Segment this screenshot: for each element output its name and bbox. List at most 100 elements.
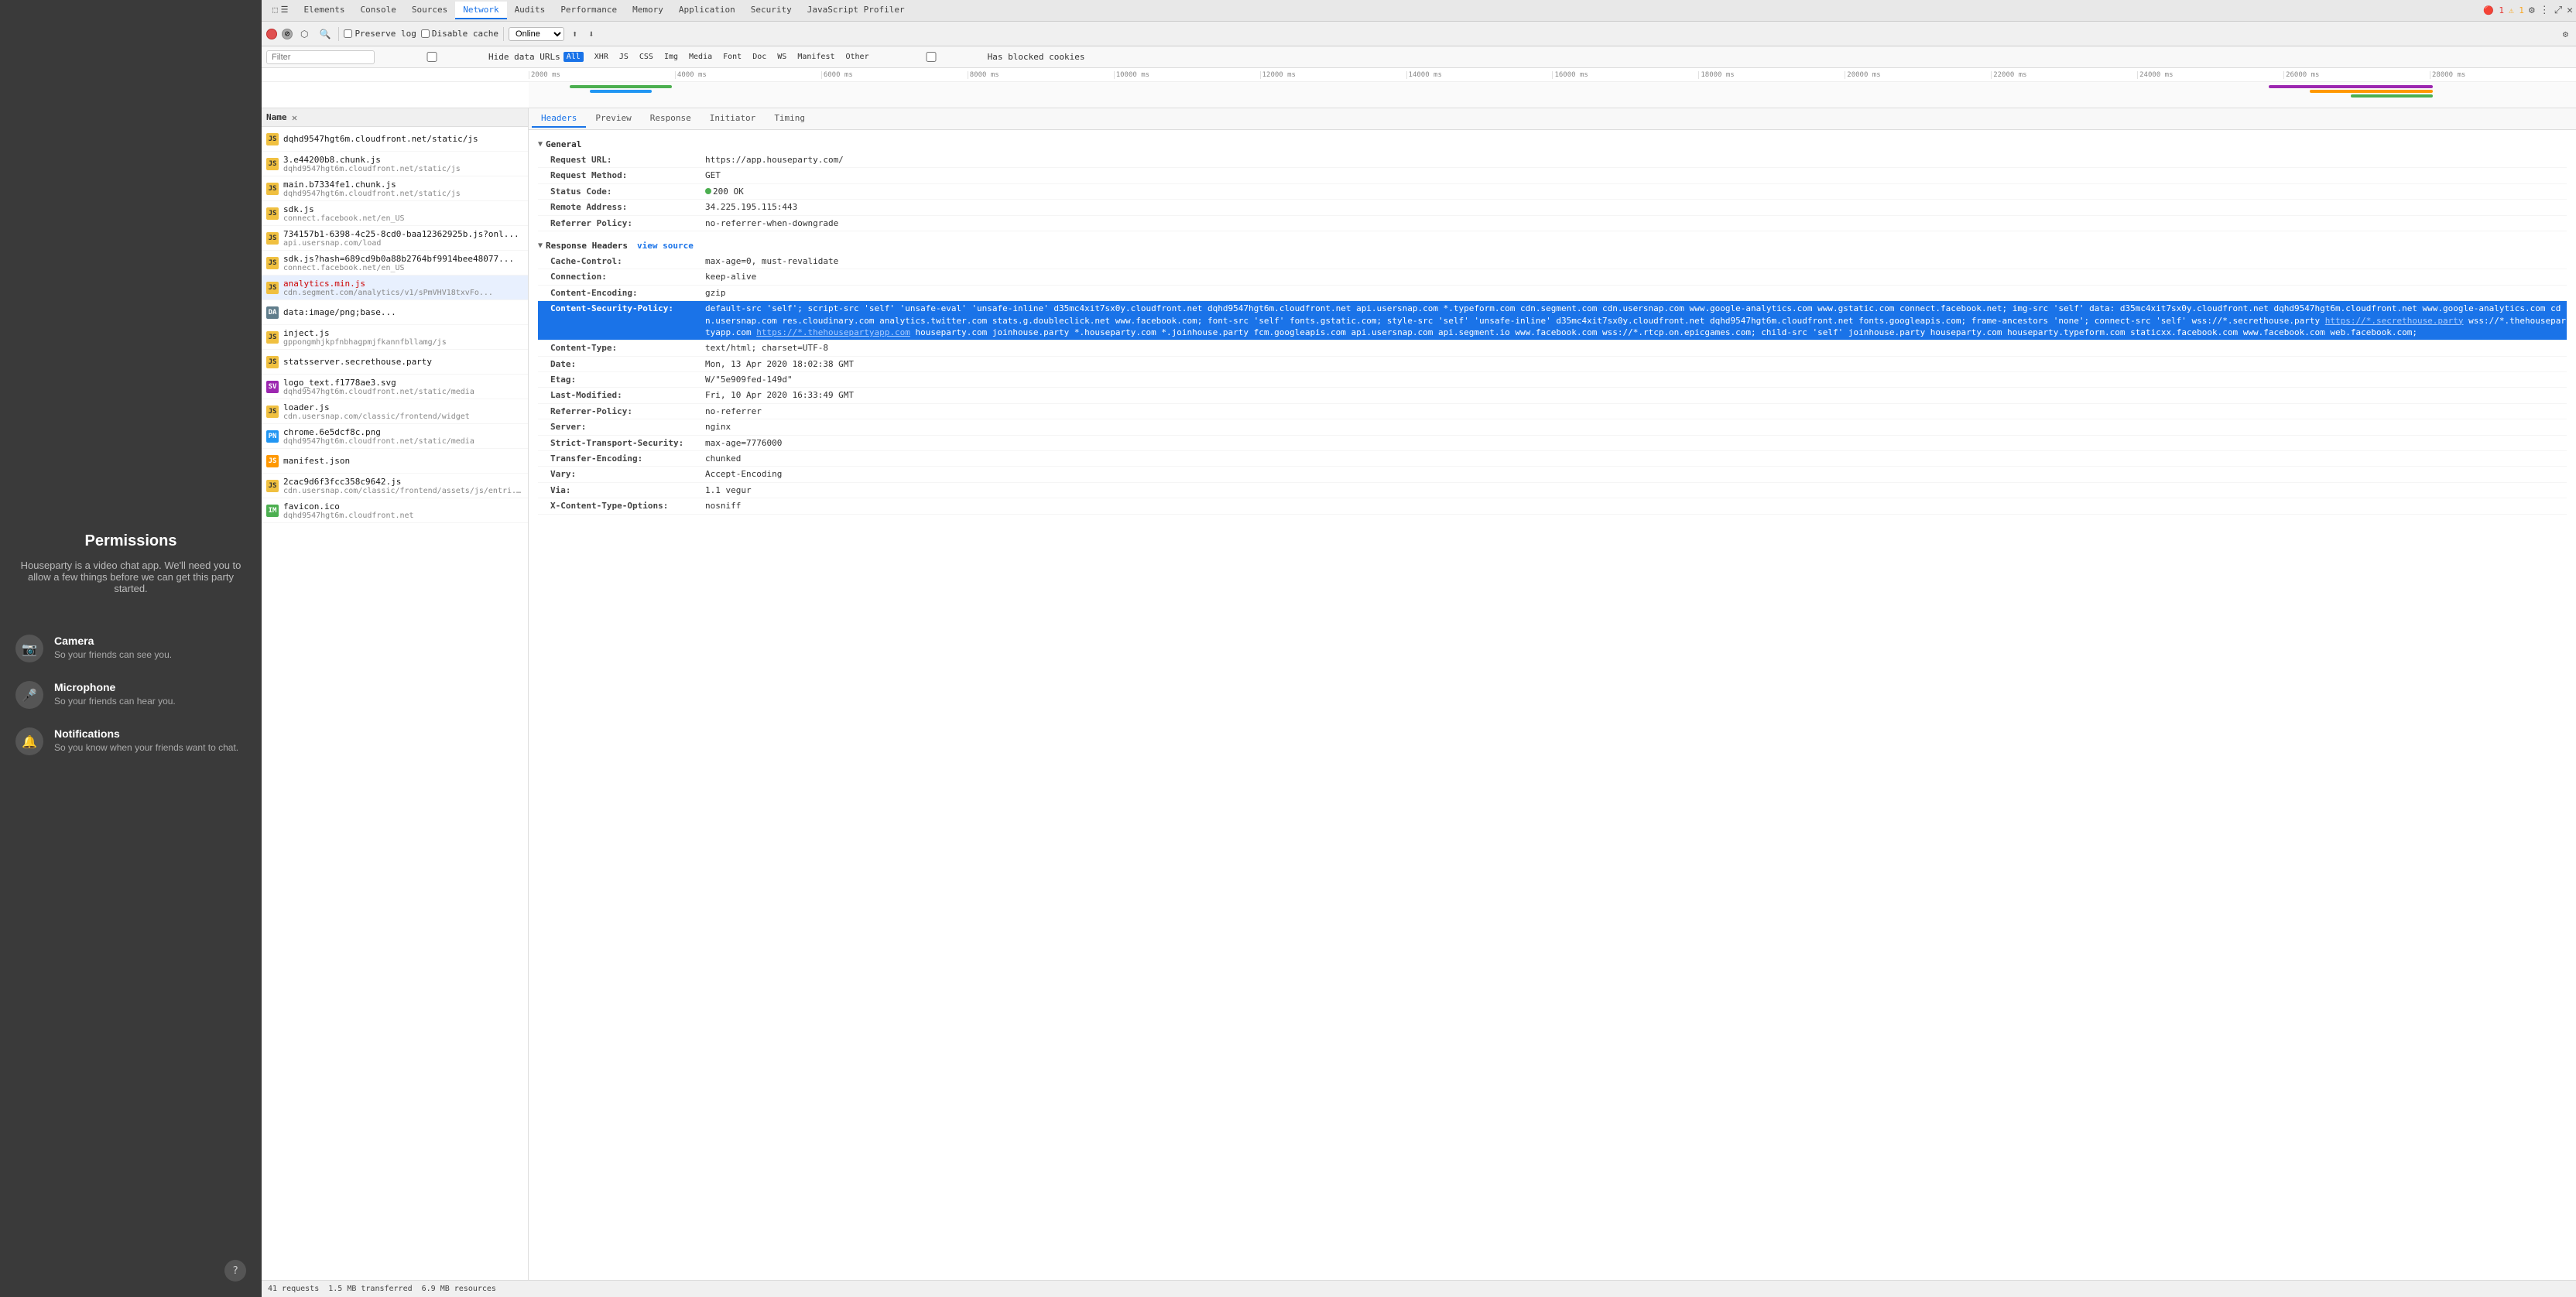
filter-js[interactable]: JS	[615, 51, 633, 63]
settings-icon[interactable]: ⚙	[2529, 5, 2535, 16]
file-url: cdn.segment.com/analytics/v1/sPmVHV18txv…	[283, 289, 523, 297]
timeline-scale: 2000 ms 4000 ms 6000 ms 8000 ms 10000 ms…	[262, 68, 2576, 82]
filter-doc[interactable]: Doc	[748, 51, 771, 63]
file-info: sdk.js?hash=689cd9b0a88b2764bf9914bee480…	[283, 254, 523, 272]
disable-cache-label[interactable]: Disable cache	[421, 29, 498, 39]
perm-microphone: 🎤 Microphone So your friends can hear yo…	[0, 672, 262, 718]
close-icon[interactable]: ✕	[2567, 5, 2573, 16]
response-header-value: max-age=7776000	[705, 437, 782, 449]
response-header-rows: Cache-Control: max-age=0, must-revalidat…	[538, 254, 2567, 515]
tab-elements[interactable]: Elements	[296, 2, 353, 19]
help-button[interactable]: ?	[224, 1260, 246, 1282]
tab-pointer-icons[interactable]: ⬚ ☰	[265, 2, 296, 19]
file-item-6[interactable]: JS sdk.js?hash=689cd9b0a88b2764bf9914bee…	[262, 251, 528, 275]
detach-icon[interactable]: ⤢	[2554, 5, 2562, 16]
general-row: Referrer Policy: no-referrer-when-downgr…	[538, 216, 2567, 231]
view-source-link[interactable]: view source	[637, 241, 694, 251]
general-section-header: ▼ General	[538, 136, 2567, 152]
file-item-11[interactable]: SV logo_text.f1778ae3.svg dqhd9547hgt6m.…	[262, 375, 528, 399]
filter-ws[interactable]: WS	[772, 51, 791, 63]
tab-security[interactable]: Security	[743, 2, 800, 19]
tab-sources[interactable]: Sources	[404, 2, 455, 19]
more-icon[interactable]: ⋮	[2540, 5, 2550, 16]
filter-xhr[interactable]: XHR	[590, 51, 613, 63]
file-type-icon: JS	[266, 232, 279, 245]
response-header-value: no-referrer	[705, 406, 762, 417]
tab-js-profiler[interactable]: JavaScript Profiler	[800, 2, 913, 19]
tab-memory[interactable]: Memory	[625, 2, 671, 19]
details-tab-headers[interactable]: Headers	[532, 110, 586, 128]
file-item-1[interactable]: JS dqhd9547hgt6m.cloudfront.net/static/j…	[262, 127, 528, 152]
file-item-7[interactable]: JS analytics.min.js cdn.segment.com/anal…	[262, 275, 528, 300]
filter-font[interactable]: Font	[718, 51, 746, 63]
response-headers-toggle[interactable]: ▼	[538, 241, 543, 250]
filter-input[interactable]	[266, 50, 375, 64]
hide-data-urls-label[interactable]: Hide data URLs	[378, 52, 560, 62]
app-title: Permissions	[85, 532, 177, 550]
clear-button[interactable]: ⊘	[282, 29, 293, 39]
filter-other[interactable]: Other	[841, 51, 874, 63]
export-button[interactable]: ⬇	[585, 27, 597, 41]
details-tab-initiator[interactable]: Initiator	[701, 110, 766, 128]
error-badge: 🔴 1	[2483, 5, 2504, 15]
file-item-9[interactable]: JS inject.js gppongmhjkpfnbhagpmjfkannfb…	[262, 325, 528, 350]
csp-link[interactable]: https://*.thehousepartyapp.com	[756, 327, 910, 337]
tab-network[interactable]: Network	[455, 2, 506, 19]
file-item-13[interactable]: PN chrome.6e5dcf8c.png dqhd9547hgt6m.clo…	[262, 424, 528, 449]
details-tab-preview[interactable]: Preview	[586, 110, 640, 128]
file-item-15[interactable]: JS 2cac9d6f3fcc358c9642.js cdn.usersnap.…	[262, 474, 528, 498]
file-type-icon: JS	[266, 455, 279, 467]
tab-audits[interactable]: Audits	[507, 2, 553, 19]
search-button[interactable]: 🔍	[316, 27, 334, 41]
hide-data-urls-checkbox[interactable]	[378, 52, 486, 62]
file-url: dqhd9547hgt6m.cloudfront.net/static/js	[283, 165, 523, 173]
tick-10: 22000 ms	[1991, 71, 2137, 79]
throttle-select[interactable]: Online Fast 3G Slow 3G Offline	[509, 27, 564, 41]
tab-application[interactable]: Application	[671, 2, 743, 19]
file-name: 3.e44200b8.chunk.js	[283, 155, 523, 165]
close-panel-button[interactable]: ✕	[289, 111, 301, 124]
import-button[interactable]: ⬆	[569, 27, 581, 41]
record-button[interactable]	[266, 29, 277, 39]
bytes-transferred: 1.5 MB transferred	[328, 1285, 412, 1293]
file-item-12[interactable]: JS loader.js cdn.usersnap.com/classic/fr…	[262, 399, 528, 424]
details-tab-timing[interactable]: Timing	[765, 110, 814, 128]
file-item-4[interactable]: JS sdk.js connect.facebook.net/en_US	[262, 201, 528, 226]
preserve-log-checkbox[interactable]	[344, 29, 352, 38]
file-name: loader.js	[283, 402, 523, 412]
file-item-16[interactable]: IM favicon.ico dqhd9547hgt6m.cloudfront.…	[262, 498, 528, 523]
preserve-log-label[interactable]: Preserve log	[344, 29, 416, 39]
file-name: sdk.js?hash=689cd9b0a88b2764bf9914bee480…	[283, 254, 523, 264]
tab-performance[interactable]: Performance	[553, 2, 625, 19]
has-blocked-cookies-label[interactable]: Has blocked cookies	[877, 52, 1085, 62]
response-header-value: Mon, 13 Apr 2020 18:02:38 GMT	[705, 358, 854, 370]
filter-img[interactable]: Img	[659, 51, 683, 63]
header-name: Remote Address:	[550, 201, 705, 213]
filter-media[interactable]: Media	[684, 51, 717, 63]
file-info: chrome.6e5dcf8c.png dqhd9547hgt6m.cloudf…	[283, 427, 523, 446]
file-item-5[interactable]: JS 734157b1-6398-4c25-8cd0-baa12362925b.…	[262, 226, 528, 251]
csp-link[interactable]: https://*.secrethouse.party	[2325, 316, 2464, 326]
general-row: Request URL: https://app.houseparty.com/	[538, 152, 2567, 168]
disable-cache-checkbox[interactable]	[421, 29, 430, 38]
file-info: statsserver.secrethouse.party	[283, 357, 523, 367]
file-item-3[interactable]: JS main.b7334fe1.chunk.js dqhd9547hgt6m.…	[262, 176, 528, 201]
general-toggle[interactable]: ▼	[538, 140, 543, 149]
file-item-14[interactable]: JS manifest.json	[262, 449, 528, 474]
filter-manifest[interactable]: Manifest	[793, 51, 839, 63]
timeline-bar-3	[2269, 85, 2433, 88]
file-info: dqhd9547hgt6m.cloudfront.net/static/js	[283, 134, 523, 144]
settings-network-icon[interactable]: ⚙	[2560, 27, 2571, 41]
details-tab-response[interactable]: Response	[641, 110, 701, 128]
filter-button[interactable]: ⬡	[297, 27, 311, 41]
has-blocked-cookies-checkbox[interactable]	[877, 52, 985, 62]
filter-css[interactable]: CSS	[635, 51, 658, 63]
response-headers-section-header: ▼ Response Headers view source	[538, 238, 2567, 254]
response-header-value: 1.1 vegur	[705, 484, 752, 496]
file-item-10[interactable]: JS statsserver.secrethouse.party	[262, 350, 528, 375]
file-item-2[interactable]: JS 3.e44200b8.chunk.js dqhd9547hgt6m.clo…	[262, 152, 528, 176]
microphone-desc: So your friends can hear you.	[54, 696, 176, 707]
tab-console[interactable]: Console	[352, 2, 403, 19]
response-header-name: Transfer-Encoding:	[550, 453, 705, 464]
file-item-8[interactable]: DA data:image/png;base...	[262, 300, 528, 325]
